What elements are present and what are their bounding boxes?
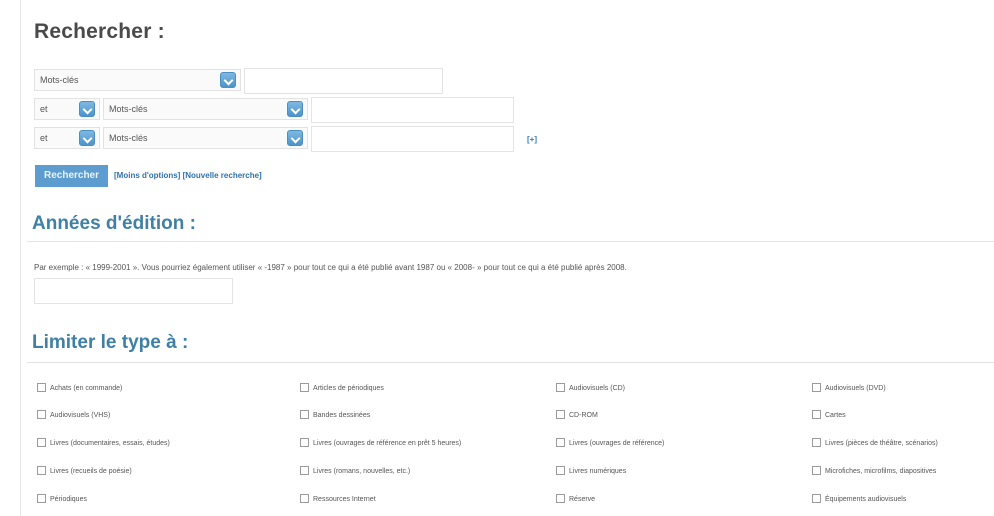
type-checkbox[interactable] xyxy=(556,437,565,447)
divider xyxy=(27,241,994,242)
add-search-row-link[interactable]: [+] xyxy=(527,135,537,144)
type-option[interactable]: Livres (recueils de poésie) xyxy=(37,465,132,478)
type-option-label: Livres (ouvrages de référence en prêt 5 … xyxy=(313,440,462,447)
boolean-operator-2-value: et xyxy=(40,104,48,114)
type-checkbox[interactable] xyxy=(37,409,46,419)
type-option-label: Articles de périodiques xyxy=(313,385,384,392)
type-option-label: Livres (documentaires, essais, études) xyxy=(50,440,170,447)
boolean-operator-select-3[interactable]: et xyxy=(34,127,100,149)
type-checkbox[interactable] xyxy=(300,465,309,475)
new-search-link[interactable]: [Nouvelle recherche] xyxy=(183,171,262,180)
type-option-label: Audiovisuels (DVD) xyxy=(825,385,886,392)
type-option-label: Microfiches, microfilms, diapositives xyxy=(825,468,937,475)
type-option-label: Achats (en commande) xyxy=(50,385,123,392)
year-range-input[interactable] xyxy=(34,278,233,304)
type-option[interactable]: Livres (pièces de théâtre, scénarios) xyxy=(812,437,938,450)
type-checkbox[interactable] xyxy=(37,493,46,503)
type-option-label: Réserve xyxy=(569,496,596,503)
type-option[interactable]: Audiovisuels (CD) xyxy=(556,382,626,395)
chevron-down-icon xyxy=(287,101,303,117)
type-checkbox[interactable] xyxy=(812,382,821,392)
type-option-label: Équipements audiovisuels xyxy=(825,496,907,503)
search-heading: Rechercher : xyxy=(34,20,165,43)
type-option-label: Audiovisuels (VHS) xyxy=(50,412,111,419)
type-option[interactable]: Cartes xyxy=(812,409,846,422)
type-limit-heading: Limiter le type à : xyxy=(32,332,189,353)
type-option[interactable]: Livres (ouvrages de référence) xyxy=(556,437,665,450)
type-checkbox[interactable] xyxy=(556,409,565,419)
type-option-label: Livres (ouvrages de référence) xyxy=(569,440,665,447)
search-field-select-1-value: Mots-clés xyxy=(40,75,79,85)
type-option[interactable]: Microfiches, microfilms, diapositives xyxy=(812,465,937,478)
search-submit-button[interactable]: Rechercher xyxy=(35,165,108,187)
type-option-label: Livres (recueils de poésie) xyxy=(50,468,132,475)
type-option[interactable]: Audiovisuels (DVD) xyxy=(812,382,886,395)
type-option-label: Cartes xyxy=(825,412,846,419)
type-option[interactable]: CD-ROM xyxy=(556,409,598,422)
type-option[interactable]: Périodiques xyxy=(37,493,87,506)
type-option[interactable]: Livres numériques xyxy=(556,465,627,478)
type-option-label: Livres numériques xyxy=(569,468,627,475)
type-checkbox[interactable] xyxy=(812,409,821,419)
boolean-operator-3-value: et xyxy=(40,133,48,143)
type-option[interactable]: Bandes dessinées xyxy=(300,409,371,422)
chevron-down-icon xyxy=(220,72,236,88)
type-checkbox[interactable] xyxy=(37,382,46,392)
type-option[interactable]: Audiovisuels (VHS) xyxy=(37,409,111,422)
type-option[interactable]: Ressources Internet xyxy=(300,493,376,506)
type-option-label: Livres (romans, nouvelles, etc.) xyxy=(313,468,411,475)
type-option-label: Bandes dessinées xyxy=(313,412,371,419)
search-term-input-1[interactable] xyxy=(244,68,443,94)
chevron-down-icon xyxy=(79,101,95,117)
type-option-label: Ressources Internet xyxy=(313,496,376,503)
type-option[interactable]: Achats (en commande) xyxy=(37,382,123,395)
type-option-label: Audiovisuels (CD) xyxy=(569,385,626,392)
boolean-operator-select-2[interactable]: et xyxy=(34,98,100,120)
type-checkbox[interactable] xyxy=(556,493,565,503)
years-heading: Années d'édition : xyxy=(32,213,196,234)
search-term-input-2[interactable] xyxy=(311,97,514,123)
search-field-select-3[interactable]: Mots-clés xyxy=(103,127,308,149)
chevron-down-icon xyxy=(79,130,95,146)
type-option[interactable]: Articles de périodiques xyxy=(300,382,384,395)
type-checkbox[interactable] xyxy=(556,465,565,475)
type-option[interactable]: Équipements audiovisuels xyxy=(812,493,907,506)
search-field-select-2[interactable]: Mots-clés xyxy=(103,98,308,120)
type-checkbox[interactable] xyxy=(812,465,821,475)
type-option-label: CD-ROM xyxy=(569,412,598,419)
type-checkbox[interactable] xyxy=(37,465,46,475)
type-checkbox[interactable] xyxy=(300,437,309,447)
search-field-select-1[interactable]: Mots-clés xyxy=(34,69,241,91)
divider xyxy=(27,362,994,363)
type-checkbox[interactable] xyxy=(300,493,309,503)
type-checkbox[interactable] xyxy=(556,382,565,392)
years-hint: Par exemple : « 1999-2001 ». Vous pourri… xyxy=(34,263,627,272)
type-option[interactable]: Livres (ouvrages de référence en prêt 5 … xyxy=(300,437,462,450)
search-field-select-2-value: Mots-clés xyxy=(109,104,148,114)
type-checkbox[interactable] xyxy=(300,382,309,392)
type-checkbox[interactable] xyxy=(300,409,309,419)
type-option-label: Périodiques xyxy=(50,496,87,503)
search-term-input-3[interactable] xyxy=(311,126,514,152)
type-checkbox[interactable] xyxy=(37,437,46,447)
type-option-label: Livres (pièces de théâtre, scénarios) xyxy=(825,440,938,447)
search-option-links: [Moins d'options] [Nouvelle recherche] xyxy=(114,171,262,180)
type-option[interactable]: Réserve xyxy=(556,493,596,506)
type-option[interactable]: Livres (documentaires, essais, études) xyxy=(37,437,170,450)
search-field-select-3-value: Mots-clés xyxy=(109,133,148,143)
type-option[interactable]: Livres (romans, nouvelles, etc.) xyxy=(300,465,411,478)
type-checkbox[interactable] xyxy=(812,493,821,503)
chevron-down-icon xyxy=(287,130,303,146)
fewer-options-link[interactable]: [Moins d'options] xyxy=(114,171,180,180)
type-checkbox[interactable] xyxy=(812,437,821,447)
